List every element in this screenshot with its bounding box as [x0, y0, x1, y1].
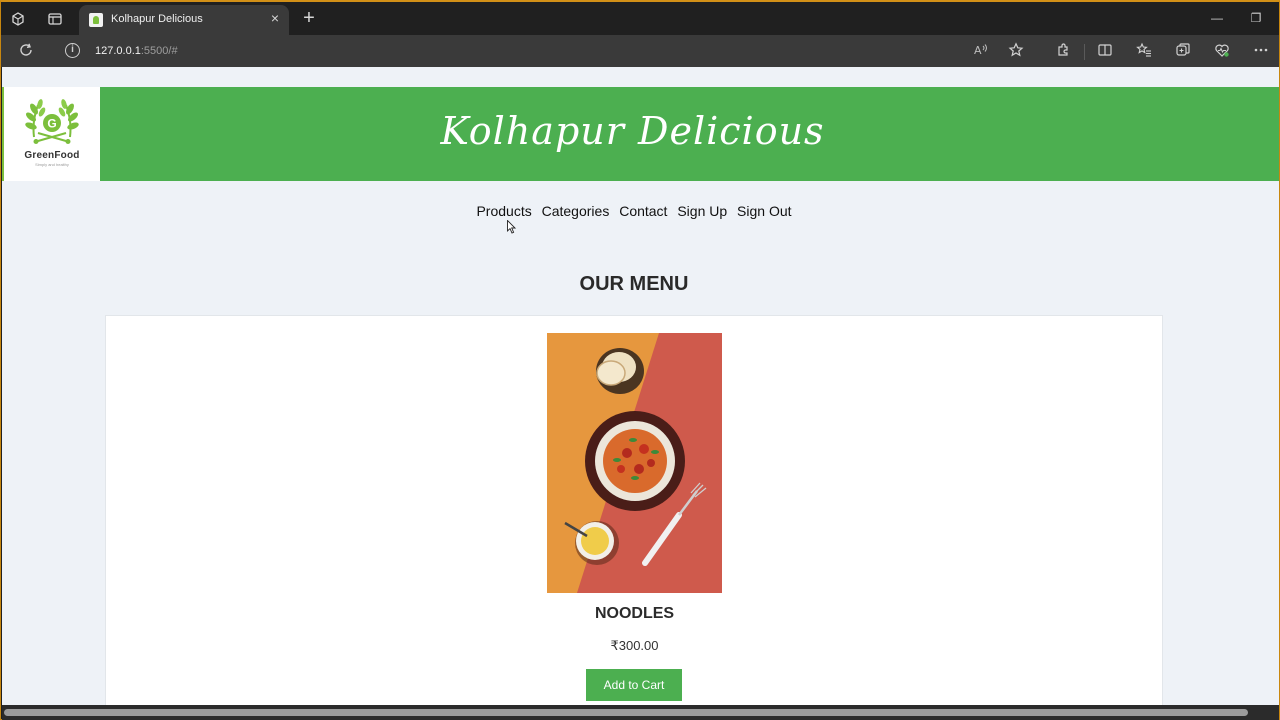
workspaces-icon[interactable] — [9, 10, 27, 28]
extensions-icon[interactable] — [1053, 42, 1073, 62]
main-nav: Products Categories Contact Sign Up Sign… — [2, 203, 1266, 219]
site-title: Kolhapur Delicious — [440, 109, 825, 153]
logo-name: GreenFood — [24, 150, 80, 161]
svg-text:A: A — [974, 44, 982, 57]
collections-icon[interactable] — [1173, 42, 1193, 62]
browser-essentials-icon[interactable] — [1212, 42, 1232, 62]
favorite-star-icon[interactable] — [1006, 42, 1026, 62]
toolbar-divider — [1084, 44, 1085, 60]
mouse-cursor-icon — [507, 220, 517, 234]
browser-window: Kolhapur Delicious × + — ❐ i 127.0.0.1:5… — [0, 0, 1280, 720]
site-info-icon[interactable]: i — [65, 43, 80, 58]
horizontal-scrollbar[interactable] — [2, 705, 1279, 720]
favorites-list-icon[interactable] — [1134, 42, 1154, 62]
menu-heading: OUR MENU — [579, 273, 689, 295]
tab-kolhapur-delicious[interactable]: Kolhapur Delicious × — [79, 5, 289, 35]
tab-bar: Kolhapur Delicious × + — ❐ — [1, 2, 1279, 35]
url-path: :5500/# — [140, 45, 178, 57]
menu-panel: NOODLES ₹300.00 Add to Cart — [105, 315, 1163, 705]
tab-actions-icon[interactable] — [46, 10, 64, 28]
product-name: NOODLES — [594, 605, 675, 622]
address-bar[interactable]: i 127.0.0.1:5500/# — [53, 38, 953, 64]
product-price: ₹300.00 — [610, 638, 659, 653]
site-logo[interactable]: G GreenFood Simply and healthy — [2, 87, 100, 181]
noodles-image[interactable] — [547, 333, 722, 593]
site-header: G GreenFood Simply and healthy Kolhapur … — [2, 87, 1279, 181]
page-top-gap — [2, 67, 1279, 87]
nav-contact[interactable]: Contact — [619, 203, 667, 219]
more-options-icon[interactable] — [1251, 42, 1271, 62]
restore-window-button[interactable]: ❐ — [1244, 8, 1268, 28]
address-toolbar: i 127.0.0.1:5500/# A — [1, 35, 1279, 67]
nav-sign-up[interactable]: Sign Up — [677, 203, 727, 219]
url-host: 127.0.0.1 — [95, 45, 141, 57]
scrollbar-thumb[interactable] — [4, 709, 1248, 716]
svg-text:G: G — [47, 117, 56, 131]
greenfood-logo-icon: G — [25, 99, 79, 144]
add-to-cart-button[interactable]: Add to Cart — [586, 669, 682, 701]
logo-tagline: Simply and healthy — [35, 162, 69, 167]
url-text[interactable]: 127.0.0.1:5500/# — [95, 45, 178, 57]
read-aloud-icon[interactable]: A — [971, 42, 991, 62]
close-tab-icon[interactable]: × — [267, 10, 283, 26]
site-favicon-icon — [89, 13, 103, 27]
nav-categories[interactable]: Categories — [542, 203, 610, 219]
minimize-window-button[interactable]: — — [1205, 8, 1229, 28]
new-tab-icon[interactable]: + — [299, 8, 319, 28]
tab-title: Kolhapur Delicious — [111, 13, 203, 25]
refresh-icon[interactable] — [16, 42, 36, 62]
nav-sign-out[interactable]: Sign Out — [737, 203, 791, 219]
nav-products[interactable]: Products — [476, 203, 531, 219]
split-screen-icon[interactable] — [1095, 42, 1115, 62]
page-viewport: G GreenFood Simply and healthy Kolhapur … — [2, 67, 1279, 705]
